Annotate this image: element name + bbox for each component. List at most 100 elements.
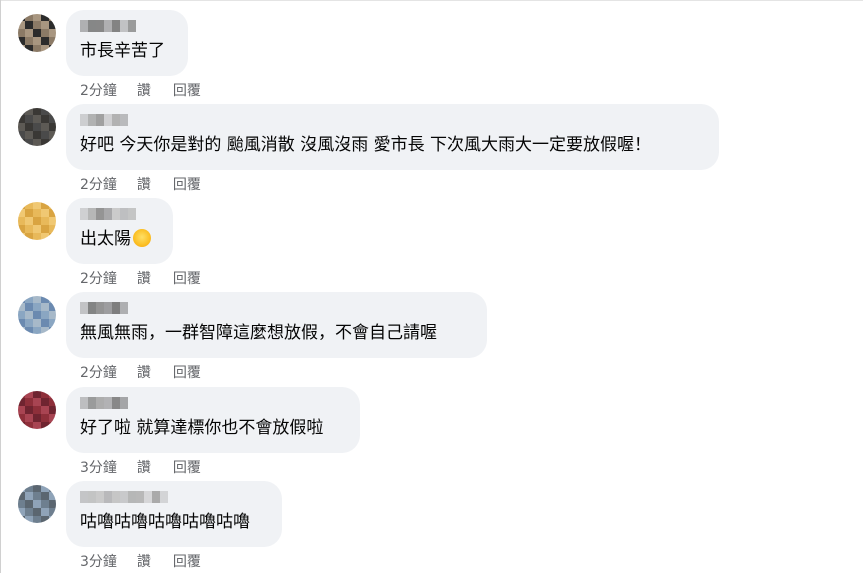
avatar-mosaic-pixel (18, 21, 25, 29)
frame-top-border (0, 0, 863, 1)
avatar-mosaic-pixel (49, 115, 56, 123)
name-mosaic-block (80, 302, 88, 314)
avatar-mosaic-pixel (18, 327, 25, 334)
avatar-mosaic-pixel (33, 508, 41, 516)
avatar-mosaic-pixel (49, 37, 56, 45)
name-mosaic-block (80, 114, 88, 126)
avatar-mosaic-pixel (49, 516, 56, 523)
avatar-mosaic-pixel (25, 406, 33, 414)
avatar[interactable] (18, 14, 56, 52)
comment-timestamp[interactable]: 3分鐘 (80, 457, 117, 477)
avatar-mosaic-pixel (41, 516, 49, 523)
avatar-mosaic-pixel (41, 414, 49, 422)
avatar[interactable] (18, 391, 56, 429)
name-mosaic-block (88, 208, 96, 220)
avatar-mosaic-pixel (41, 327, 49, 334)
avatar-mosaic-pixel (18, 492, 25, 500)
avatar-mosaic-pixel (25, 29, 33, 37)
name-mosaic-block (112, 302, 120, 314)
comment-text: 出太陽 (80, 227, 151, 251)
comment-item: 市長辛苦了 2分鐘 讚 回覆 (0, 10, 863, 104)
reply-button[interactable]: 回覆 (173, 268, 201, 288)
avatar-mosaic-pixel (18, 485, 25, 492)
comment-timestamp[interactable]: 3分鐘 (80, 551, 117, 571)
comment-bubble: 咕嚕咕嚕咕嚕咕嚕咕嚕 (66, 481, 282, 547)
name-mosaic-block (112, 397, 120, 409)
avatar-mosaic-pixel (49, 414, 56, 422)
avatar-mosaic-pixel (41, 139, 49, 146)
like-button[interactable]: 讚 (137, 80, 151, 100)
avatar-mosaic-pixel (33, 406, 41, 414)
comment-timestamp[interactable]: 2分鐘 (80, 80, 117, 100)
like-button[interactable]: 讚 (137, 174, 151, 194)
avatar-mosaic-pixel (18, 414, 25, 422)
avatar-mosaic-pixel (49, 296, 56, 303)
avatar-mosaic-pixel (25, 327, 33, 334)
avatar[interactable] (18, 485, 56, 523)
reply-button[interactable]: 回覆 (173, 362, 201, 382)
sun-emoji-icon (133, 229, 151, 247)
comment-timestamp[interactable]: 2分鐘 (80, 268, 117, 288)
name-mosaic-block (128, 20, 136, 32)
comment-actions: 3分鐘 讚 回覆 (80, 551, 201, 571)
avatar-mosaic-pixel (18, 108, 25, 115)
commenter-name[interactable] (80, 302, 128, 314)
avatar-mosaic-pixel (18, 115, 25, 123)
avatar-mosaic-pixel (49, 492, 56, 500)
commenter-name[interactable] (80, 491, 168, 503)
name-mosaic-block (136, 491, 144, 503)
avatar-mosaic-pixel (33, 108, 41, 115)
like-button[interactable]: 讚 (137, 362, 151, 382)
avatar-mosaic-pixel (41, 296, 49, 303)
avatar-mosaic-pixel (18, 14, 25, 21)
like-button[interactable]: 讚 (137, 551, 151, 571)
avatar[interactable] (18, 296, 56, 334)
avatar-mosaic-pixel (33, 500, 41, 508)
name-mosaic-block (80, 491, 88, 503)
like-button[interactable]: 讚 (137, 457, 151, 477)
name-mosaic-block (120, 114, 128, 126)
comment-timestamp[interactable]: 2分鐘 (80, 362, 117, 382)
avatar-mosaic-pixel (49, 131, 56, 139)
avatar-mosaic-pixel (41, 500, 49, 508)
comment-item: 出太陽 2分鐘 讚 回覆 (0, 198, 863, 292)
commenter-name[interactable] (80, 114, 128, 126)
reply-button[interactable]: 回覆 (173, 457, 201, 477)
avatar-mosaic-pixel (33, 37, 41, 45)
avatar-mosaic-pixel (18, 209, 25, 217)
avatar-mosaic-pixel (33, 209, 41, 217)
avatar-mosaic-pixel (18, 296, 25, 303)
reply-button[interactable]: 回覆 (173, 174, 201, 194)
avatar-mosaic-pixel (25, 311, 33, 319)
name-mosaic-block (96, 302, 104, 314)
avatar-mosaic-pixel (33, 296, 41, 303)
avatar-mosaic-pixel (49, 217, 56, 225)
avatar-mosaic-pixel (25, 139, 33, 146)
avatar-mosaic-pixel (33, 115, 41, 123)
commenter-name[interactable] (80, 20, 136, 32)
avatar-mosaic-pixel (49, 123, 56, 131)
avatar-mosaic-pixel (33, 217, 41, 225)
commenter-name[interactable] (80, 397, 128, 409)
avatar-mosaic-pixel (41, 209, 49, 217)
avatar-mosaic-pixel (25, 303, 33, 311)
avatar-mosaic-pixel (25, 492, 33, 500)
avatar[interactable] (18, 202, 56, 240)
avatar[interactable] (18, 108, 56, 146)
avatar-mosaic-pixel (33, 398, 41, 406)
avatar-mosaic-pixel (33, 202, 41, 209)
avatar-mosaic-pixel (18, 217, 25, 225)
comment-timestamp[interactable]: 2分鐘 (80, 174, 117, 194)
comment-actions: 2分鐘 讚 回覆 (80, 268, 201, 288)
avatar-mosaic-pixel (33, 391, 41, 398)
commenter-name[interactable] (80, 208, 136, 220)
like-button[interactable]: 讚 (137, 268, 151, 288)
reply-button[interactable]: 回覆 (173, 551, 201, 571)
reply-button[interactable]: 回覆 (173, 80, 201, 100)
avatar-mosaic-pixel (49, 303, 56, 311)
avatar-mosaic-pixel (18, 422, 25, 429)
avatar-mosaic-pixel (41, 108, 49, 115)
avatar-mosaic-pixel (33, 414, 41, 422)
comment-item: 好了啦 就算達標你也不會放假啦 3分鐘 讚 回覆 (0, 387, 863, 481)
avatar-mosaic-pixel (41, 303, 49, 311)
